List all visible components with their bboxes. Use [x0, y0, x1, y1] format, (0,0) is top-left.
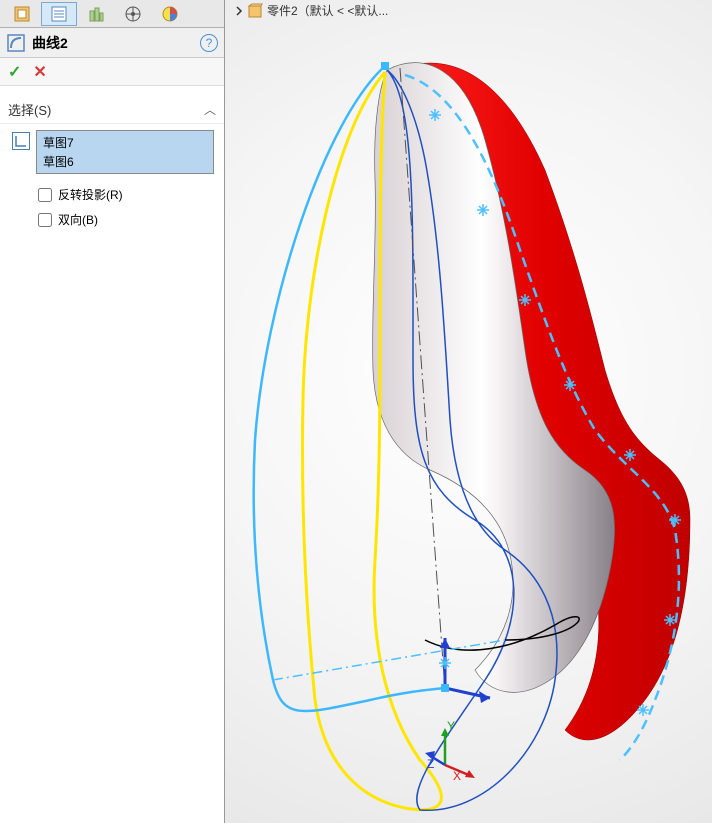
selection-section-title: 选择(S)	[8, 100, 51, 119]
reverse-label[interactable]: 反转投影(R)	[58, 186, 123, 203]
ok-button[interactable]: ✓	[8, 62, 21, 82]
help-button[interactable]: ?	[200, 34, 218, 52]
bidirectional-checkbox[interactable]	[38, 213, 52, 227]
bottom-angle-line	[273, 640, 505, 680]
reverse-checkbox[interactable]	[38, 188, 52, 202]
collapse-icon: ︿	[204, 101, 216, 118]
cancel-button[interactable]: ✕	[33, 62, 46, 82]
bidirectional-checkbox-row: 双向(B)	[12, 207, 214, 232]
tab-display[interactable]	[152, 2, 188, 26]
selection-item[interactable]: 草图6	[41, 152, 209, 171]
selection-section-header[interactable]: 选择(S) ︿	[0, 96, 224, 124]
selection-item[interactable]: 草图7	[41, 133, 209, 152]
sketch-icon	[12, 132, 30, 150]
tab-dimxpert[interactable]	[115, 2, 151, 26]
curve-icon	[6, 33, 26, 53]
panel-tabs	[0, 0, 224, 28]
reverse-checkbox-row: 反转投影(R)	[12, 182, 214, 207]
tab-property-manager[interactable]	[41, 2, 77, 26]
model-canvas[interactable]	[225, 0, 712, 823]
selection-section-body: 草图7 草图6 反转投影(R) 双向(B)	[0, 124, 224, 238]
tab-feature-tree[interactable]	[4, 2, 40, 26]
feature-title: 曲线2	[32, 33, 68, 53]
property-manager-panel: 曲线2 ? ✓ ✕ 选择(S) ︿ 草图7 草图6 反转投影(R)	[0, 0, 225, 823]
confirm-row: ✓ ✕	[0, 58, 224, 86]
graphics-viewport[interactable]: 零件2（默认 < <默认...	[225, 0, 712, 823]
selection-list[interactable]: 草图7 草图6	[36, 130, 214, 174]
feature-header: 曲线2 ?	[0, 28, 224, 58]
bidirectional-label[interactable]: 双向(B)	[58, 211, 98, 228]
tab-configuration[interactable]	[78, 2, 114, 26]
